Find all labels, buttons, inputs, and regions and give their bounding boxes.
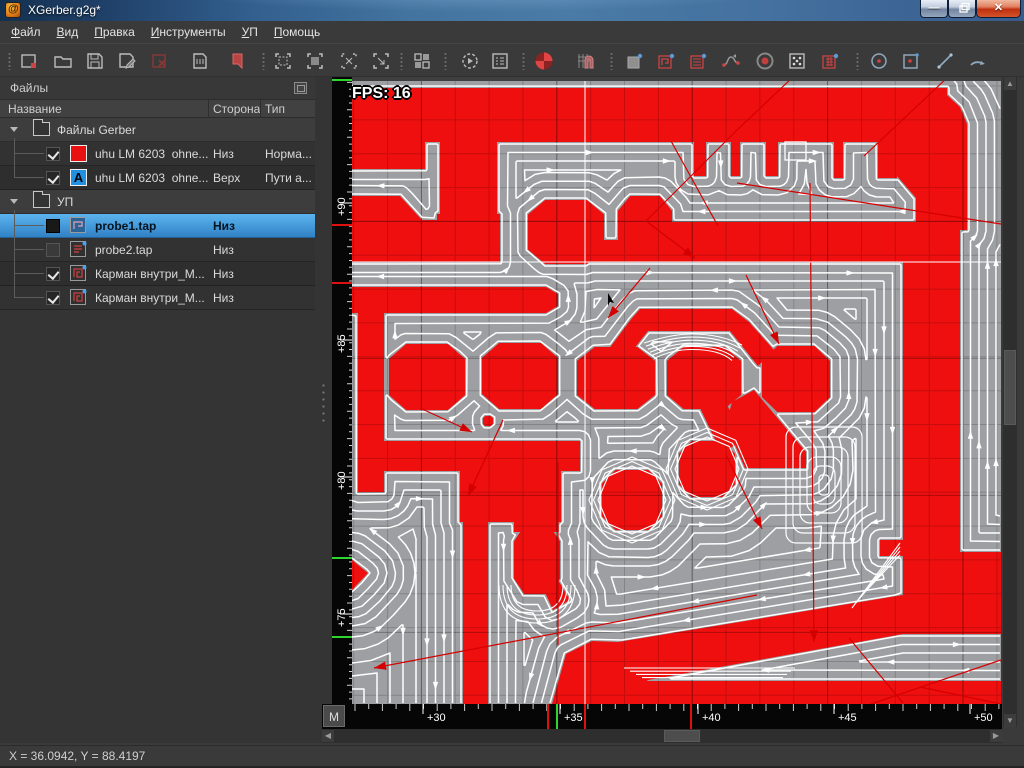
- svg-text:+75: +75: [336, 608, 348, 627]
- svg-text:+35: +35: [564, 712, 583, 724]
- svg-text:+40: +40: [702, 712, 721, 724]
- svg-text:+50: +50: [974, 712, 993, 724]
- svg-text:+30: +30: [427, 712, 446, 724]
- svg-text:+90: +90: [336, 197, 348, 216]
- svg-text:+80: +80: [336, 471, 348, 490]
- svg-text:+85: +85: [336, 334, 348, 353]
- svg-text:+45: +45: [838, 712, 857, 724]
